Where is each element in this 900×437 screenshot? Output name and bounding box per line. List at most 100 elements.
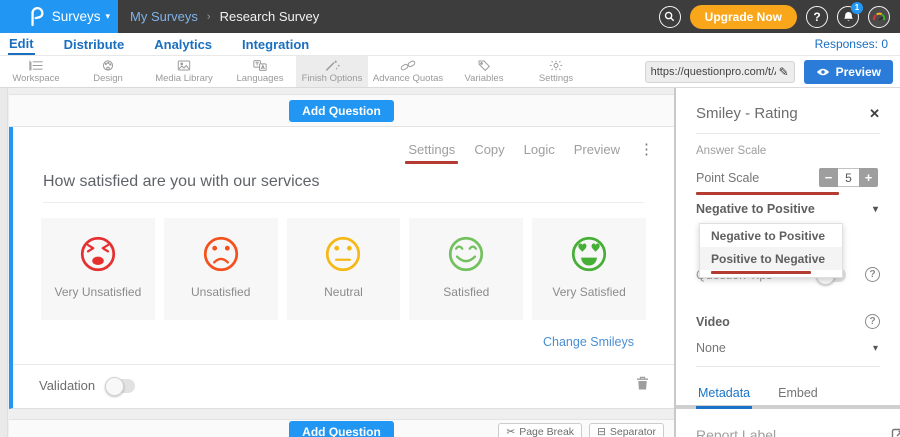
- edit-toolbar: Workspace Design Media Library: [0, 56, 900, 88]
- unsatisfied-face-icon: [200, 233, 242, 275]
- metadata-tabs: Metadata Embed: [676, 380, 900, 409]
- toolbar-variables-label: Variables: [465, 73, 504, 84]
- separator-label: Separator: [610, 426, 656, 437]
- toolbar-workspace-label: Workspace: [12, 73, 59, 84]
- question-tips-help-icon[interactable]: ?: [865, 267, 880, 282]
- point-scale-value[interactable]: [838, 168, 859, 187]
- scale-direction-select[interactable]: Negative to Positive ▾ Negative to Posit…: [696, 202, 880, 216]
- validation-toggle[interactable]: [105, 379, 135, 393]
- video-help-icon[interactable]: ?: [865, 314, 880, 329]
- smiley-very-unsatisfied[interactable]: Very Unsatisfied: [41, 218, 155, 320]
- report-label-input[interactable]: [696, 424, 877, 437]
- tab-analytics[interactable]: Analytics: [153, 35, 213, 54]
- preview-button[interactable]: Preview: [804, 60, 893, 84]
- toolbar-advance-quotas[interactable]: Advance Quotas: [368, 56, 448, 87]
- palette-icon: [99, 59, 117, 72]
- close-panel-icon[interactable]: ✕: [869, 106, 880, 122]
- question-title[interactable]: How satisfied are you with our services: [43, 173, 644, 203]
- add-question-button-bottom[interactable]: Add Question: [289, 421, 394, 437]
- question-tab-copy[interactable]: Copy: [474, 142, 504, 157]
- smiley-scale: Very Unsatisfied Unsatisfied: [41, 218, 646, 320]
- page-break-button[interactable]: ✂ Page Break: [498, 423, 582, 437]
- decrease-scale-button[interactable]: −: [819, 168, 838, 187]
- tag-icon: [475, 59, 493, 72]
- panel-divider: [696, 133, 880, 134]
- breadcrumb: My Surveys › Research Survey: [130, 9, 319, 24]
- smiley-unsatisfied[interactable]: Unsatisfied: [164, 218, 278, 320]
- report-label-row: [696, 424, 880, 437]
- help-button[interactable]: ?: [806, 6, 828, 28]
- tab-metadata[interactable]: Metadata: [696, 380, 752, 409]
- smiley-neutral[interactable]: Neutral: [287, 218, 401, 320]
- scale-direction-menu: Negative to Positive Positive to Negativ…: [699, 223, 843, 278]
- toolbar-variables[interactable]: Variables: [448, 56, 520, 87]
- smiley-satisfied[interactable]: Satisfied: [409, 218, 523, 320]
- question-more-menu-icon[interactable]: ⋮: [639, 140, 654, 158]
- delete-question-button[interactable]: [635, 375, 650, 396]
- tab-distribute[interactable]: Distribute: [63, 35, 126, 54]
- video-select[interactable]: None ▾: [696, 341, 880, 355]
- survey-url-input[interactable]: [651, 66, 776, 78]
- toolbar-design-label: Design: [93, 73, 123, 84]
- notifications-button[interactable]: 1: [837, 6, 859, 28]
- answer-scale-label: Answer Scale: [696, 145, 880, 157]
- toolbar-finish-options[interactable]: Finish Options: [296, 56, 368, 87]
- very-satisfied-face-icon: [568, 233, 610, 275]
- breadcrumb-my-surveys[interactable]: My Surveys: [130, 9, 198, 24]
- question-tab-logic[interactable]: Logic: [524, 142, 555, 157]
- page-break-label: Page Break: [519, 426, 574, 437]
- top-bar: Surveys ▾ My Surveys › Research Survey U…: [0, 0, 900, 33]
- add-question-button-top[interactable]: Add Question: [289, 100, 394, 122]
- toolbar-languages[interactable]: Languages: [224, 56, 296, 87]
- toolbar-settings-label: Settings: [539, 73, 573, 84]
- change-smileys-link[interactable]: Change Smileys: [543, 335, 634, 349]
- chevron-down-icon: ▾: [873, 204, 878, 215]
- toolbar-design[interactable]: Design: [72, 56, 144, 87]
- tab-edit[interactable]: Edit: [8, 34, 35, 55]
- add-question-band-bottom: Add Question ✂ Page Break ⊟ Separator: [9, 419, 674, 437]
- question-card: Settings Copy Logic Preview ⋮ How satisf…: [9, 127, 674, 409]
- chevron-down-icon: ▾: [873, 343, 878, 354]
- user-avatar[interactable]: [868, 6, 890, 28]
- option-negative-to-positive[interactable]: Negative to Positive: [700, 224, 842, 247]
- question-tab-settings[interactable]: Settings: [408, 142, 455, 157]
- smiley-label: Very Unsatisfied: [55, 285, 142, 299]
- upgrade-now-button[interactable]: Upgrade Now: [690, 5, 797, 29]
- option-positive-to-negative[interactable]: Positive to Negative: [700, 247, 842, 270]
- question-tab-preview[interactable]: Preview: [574, 142, 620, 157]
- insert-controls: ✂ Page Break ⊟ Separator: [498, 423, 664, 437]
- notification-badge: 1: [851, 2, 863, 14]
- toolbar-media-library-label: Media Library: [155, 73, 213, 84]
- survey-canvas: Add Question Settings Copy Logic Preview…: [0, 88, 675, 437]
- scissors-icon: ✂: [506, 426, 515, 437]
- survey-nav: Edit Distribute Analytics Integration Re…: [0, 33, 900, 56]
- surveys-menu[interactable]: Surveys ▾: [0, 0, 118, 33]
- toolbar-advance-quotas-label: Advance Quotas: [373, 73, 443, 84]
- very-unsatisfied-face-icon: [77, 233, 119, 275]
- search-icon: [664, 11, 675, 22]
- smiley-label: Very Satisfied: [552, 285, 625, 299]
- expand-report-label-button[interactable]: [891, 428, 900, 437]
- image-icon: [175, 59, 193, 72]
- toolbar-media-library[interactable]: Media Library: [144, 56, 224, 87]
- edit-url-pencil-icon[interactable]: ✎: [779, 65, 789, 79]
- separator-button[interactable]: ⊟ Separator: [589, 423, 664, 437]
- translate-icon: [251, 59, 269, 72]
- canvas-gutter: [0, 88, 8, 437]
- add-question-band-top: Add Question: [9, 94, 674, 127]
- preview-button-label: Preview: [836, 65, 881, 79]
- neutral-face-icon: [322, 233, 364, 275]
- chain-link-icon: [399, 59, 417, 72]
- validation-row: Validation: [13, 364, 674, 408]
- increase-scale-button[interactable]: +: [859, 168, 878, 187]
- toolbar-languages-label: Languages: [236, 73, 283, 84]
- question-card-tabs: Settings Copy Logic Preview ⋮: [13, 127, 674, 158]
- toolbar-settings[interactable]: Settings: [520, 56, 592, 87]
- responses-count: Responses: 0: [815, 37, 888, 51]
- toolbar-workspace[interactable]: Workspace: [0, 56, 72, 87]
- search-button[interactable]: [659, 6, 681, 28]
- avatar-gauge-icon: [871, 9, 887, 25]
- smiley-very-satisfied[interactable]: Very Satisfied: [532, 218, 646, 320]
- tab-embed[interactable]: Embed: [776, 380, 820, 409]
- tab-integration[interactable]: Integration: [241, 35, 310, 54]
